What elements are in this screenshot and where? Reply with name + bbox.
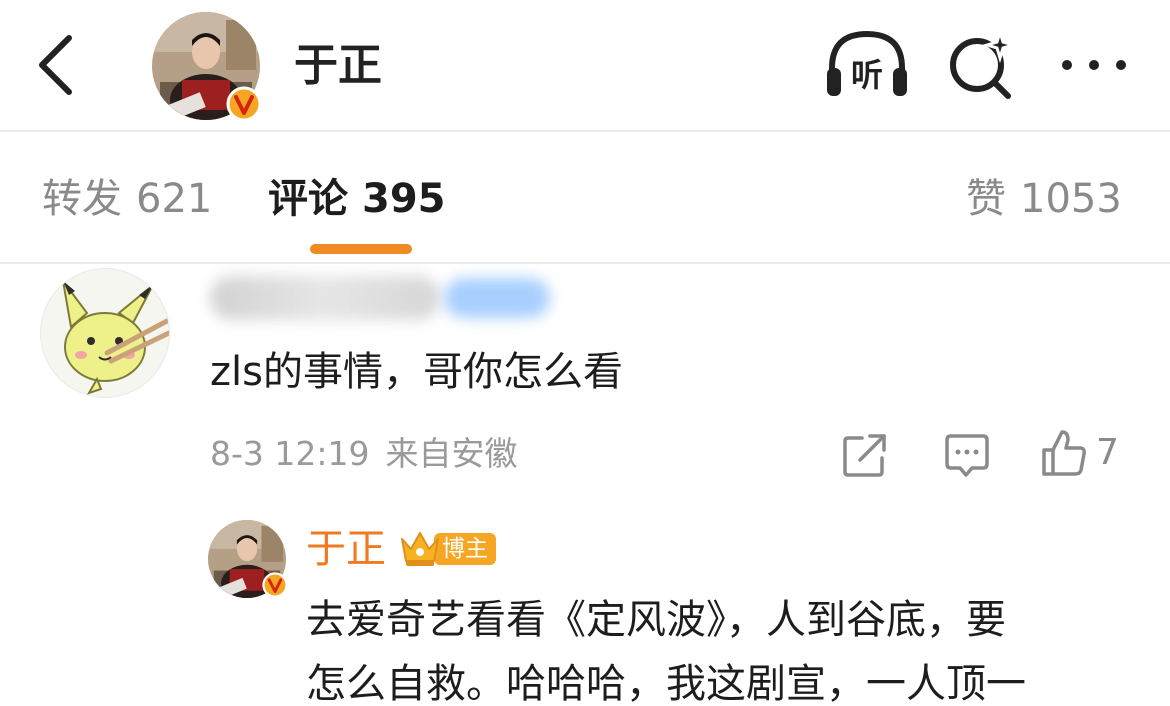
like-count: 7 [1096,432,1119,473]
listen-label: 听 [851,56,883,94]
pikachu-avatar-image [62,280,169,395]
header-divider [0,130,1170,132]
tabs-divider [0,262,1170,264]
search-sparkle-icon [950,26,1019,99]
top-bar: 于正 听 [0,0,1170,130]
share-icon [843,434,886,477]
page-title: 于正 [294,40,382,91]
crown-icon [401,532,439,566]
reply-text-line-2: 怎么自救。哈哈哈，我这剧宣，一人顶一 [306,661,1026,706]
commenter-avatar[interactable] [40,268,170,398]
active-tab-indicator [310,244,412,254]
reply-username[interactable]: 于正 [306,522,386,576]
more-button[interactable] [1056,40,1132,90]
tab-label: 赞 [966,176,1006,222]
search-button[interactable] [946,26,1019,100]
tab-reposts[interactable]: 转发 621 [42,172,212,226]
commenter-name-blurred[interactable] [210,276,440,320]
host-badge-label: 博主 [434,533,496,565]
comment-time: 8-3 12:19 [210,434,370,473]
tab-count: 1053 [1020,176,1122,222]
comment-location: 来自安徽 [385,434,518,473]
tab-count: 621 [136,176,213,222]
tab-likes[interactable]: 赞 1053 [966,172,1122,226]
tab-label: 转发 [42,176,122,222]
tab-count: 395 [362,176,446,222]
reply-text-line-1: 去爱奇艺看看《定风波》，人到谷底，要 [306,597,1006,643]
tab-comments[interactable]: 评论 395 [268,172,446,226]
comment-meta: 8-3 12:19 来自安徽 [210,430,518,478]
reply-avatar[interactable] [208,520,288,598]
chevron-left-icon [39,35,72,95]
comment-icon [945,434,989,477]
author-avatar[interactable] [152,12,262,122]
like-button[interactable]: 7 [1040,426,1130,480]
commenter-badge-blurred [444,278,550,318]
listen-button[interactable]: 听 [824,28,910,100]
tab-label: 评论 [268,176,348,222]
back-button[interactable] [30,34,80,96]
verified-badge-icon [262,572,288,598]
headphones-icon: 听 [827,30,907,96]
more-dots-icon [1062,60,1072,70]
share-button[interactable] [840,430,890,480]
thumbs-up-icon [1042,430,1086,476]
comment-text: zls的事情，哥你怎么看 [210,349,623,395]
verified-badge-icon [226,86,262,122]
host-badge: 博主 [398,527,496,569]
reply-button[interactable] [942,430,992,480]
